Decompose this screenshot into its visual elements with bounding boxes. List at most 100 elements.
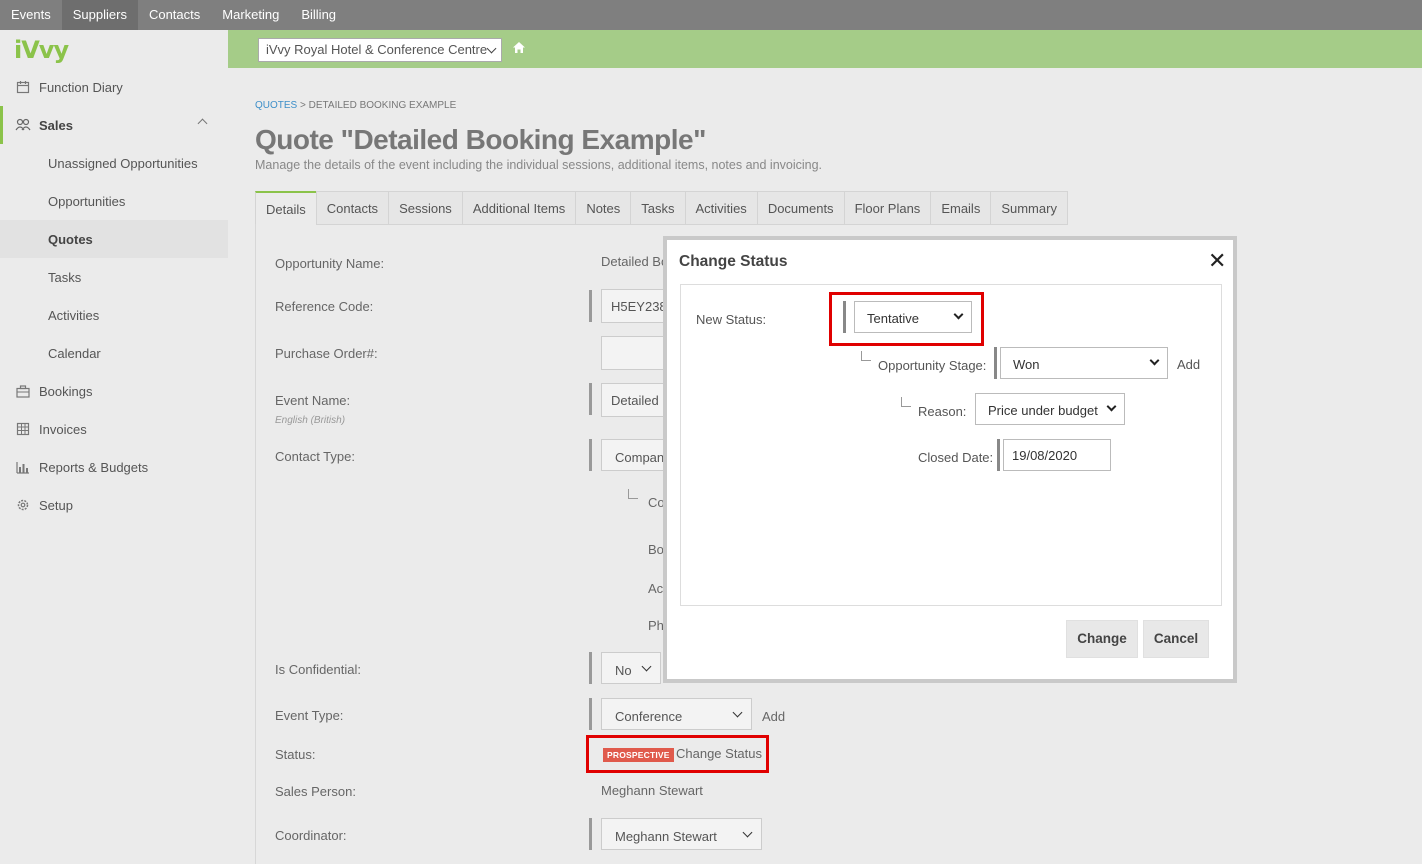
calendar-icon	[15, 79, 31, 95]
sidebar-item-label: Bookings	[39, 383, 93, 399]
event-name-input[interactable]: Detailed B	[601, 383, 671, 417]
sidebar-item-activities[interactable]: Activities	[0, 296, 228, 334]
opportunity-stage-select[interactable]: Won	[1000, 347, 1168, 379]
tab-additional-items[interactable]: Additional Items	[461, 191, 576, 225]
opportunity-name-link[interactable]: Detailed Bo	[601, 254, 668, 269]
is-confidential-label: Is Confidential:	[275, 662, 361, 677]
chevron-down-icon	[742, 827, 753, 838]
is-confidential-select[interactable]: No	[601, 652, 661, 684]
sidebar-item-calendar[interactable]: Calendar	[0, 334, 228, 372]
required-indicator	[589, 698, 592, 730]
required-indicator	[589, 383, 592, 415]
sidebar-item-tasks[interactable]: Tasks	[0, 258, 228, 296]
chevron-down-icon	[641, 661, 652, 672]
chevron-down-icon	[486, 43, 497, 54]
bar-chart-icon	[15, 459, 31, 475]
new-status-label: New Status:	[696, 312, 767, 327]
tab-summary[interactable]: Summary	[990, 191, 1068, 225]
sidebar-item-label: Setup	[39, 497, 73, 513]
sidebar-item-quotes[interactable]: Quotes	[0, 220, 228, 258]
reference-code-input[interactable]: H5EY238X	[601, 289, 671, 323]
chevron-up-icon[interactable]	[197, 118, 208, 129]
coordinator-select[interactable]: Meghann Stewart	[601, 818, 762, 850]
breadcrumb-quotes-link[interactable]: QUOTES	[255, 100, 297, 111]
reference-code-label: Reference Code:	[275, 299, 374, 314]
reason-select[interactable]: Price under budget	[975, 393, 1125, 425]
sidebar-item-unassigned-opportunities[interactable]: Unassigned Opportunities	[0, 144, 228, 182]
breadcrumb: QUOTES > DETAILED BOOKING EXAMPLE	[255, 100, 456, 111]
tab-floor-plans[interactable]: Floor Plans	[843, 191, 931, 225]
chevron-down-icon	[1149, 355, 1160, 366]
sales-person-label: Sales Person:	[275, 784, 356, 799]
tree-connector	[901, 397, 911, 407]
tab-notes[interactable]: Notes	[575, 191, 631, 225]
event-type-value: Conference	[615, 709, 683, 724]
top-nav: Events Suppliers Contacts Marketing Bill…	[0, 0, 1422, 30]
closed-date-input[interactable]: 19/08/2020	[1003, 439, 1111, 471]
sidebar-item-label: Sales	[39, 117, 73, 133]
sidebar-item-opportunities[interactable]: Opportunities	[0, 182, 228, 220]
purchase-order-input[interactable]	[601, 336, 671, 370]
coordinator-value: Meghann Stewart	[615, 829, 717, 844]
required-indicator	[589, 290, 592, 322]
table-icon	[15, 421, 31, 437]
tab-sessions[interactable]: Sessions	[388, 191, 462, 225]
event-name-language: English (British)	[275, 415, 346, 426]
tab-contacts[interactable]: Contacts	[315, 191, 389, 225]
required-indicator	[994, 347, 997, 379]
required-indicator	[589, 652, 592, 684]
event-type-select[interactable]: Conference	[601, 698, 752, 730]
opportunity-stage-label: Opportunity Stage:	[878, 358, 987, 373]
event-type-label: Event Type:	[275, 708, 344, 723]
close-icon[interactable]: ✕	[1208, 250, 1226, 272]
tab-tasks[interactable]: Tasks	[630, 191, 685, 225]
sidebar-item-sales[interactable]: Sales	[0, 106, 228, 144]
contact-type-select[interactable]: Company	[601, 439, 671, 471]
chevron-down-icon	[732, 707, 743, 718]
required-indicator	[589, 439, 592, 471]
topnav-suppliers[interactable]: Suppliers	[61, 0, 138, 30]
topnav-contacts[interactable]: Contacts	[138, 0, 211, 30]
sidebar-item-setup[interactable]: Setup	[0, 486, 228, 524]
sidebar-item-reports-budgets[interactable]: Reports & Budgets	[0, 448, 228, 486]
venue-select[interactable]: iVvy Royal Hotel & Conference Centre	[258, 38, 502, 62]
is-confidential-value: No	[615, 663, 632, 678]
sidebar-item-bookings[interactable]: Bookings	[0, 372, 228, 410]
cancel-button[interactable]: Cancel	[1143, 620, 1209, 658]
briefcase-icon	[15, 383, 31, 399]
sidebar-item-function-diary[interactable]: Function Diary	[0, 68, 228, 106]
sales-person-value: Meghann Stewart	[601, 783, 703, 798]
sidebar-item-label: Function Diary	[39, 79, 123, 95]
topnav-billing[interactable]: Billing	[290, 0, 347, 30]
home-icon[interactable]	[512, 41, 526, 57]
tab-emails[interactable]: Emails	[930, 191, 991, 225]
opportunity-name-label: Opportunity Name:	[275, 256, 385, 271]
tree-connector	[861, 351, 871, 361]
ivvy-logo[interactable]: iVvy	[14, 36, 69, 64]
opportunity-stage-value: Won	[1013, 357, 1040, 372]
status-label: Status:	[275, 747, 316, 762]
add-event-type-link[interactable]: Add	[762, 709, 785, 724]
required-indicator	[589, 818, 592, 850]
page-subtitle: Manage the details of the event includin…	[255, 158, 823, 172]
topnav-marketing[interactable]: Marketing	[211, 0, 290, 30]
gear-icon	[15, 497, 31, 513]
highlight-box	[829, 292, 984, 346]
venue-select-value: iVvy Royal Hotel & Conference Centre	[266, 42, 488, 57]
tab-bar: Details Contacts Sessions Additional Ite…	[255, 191, 1068, 225]
add-stage-link[interactable]: Add	[1177, 357, 1200, 372]
breadcrumb-separator: >	[300, 100, 306, 111]
tab-details[interactable]: Details	[255, 191, 316, 225]
event-name-label: Event Name:	[275, 393, 351, 408]
reason-label: Reason:	[918, 404, 967, 419]
reason-value: Price under budget	[988, 403, 1098, 418]
required-indicator	[997, 439, 1000, 471]
change-button[interactable]: Change	[1066, 620, 1138, 658]
tab-activities[interactable]: Activities	[684, 191, 757, 225]
dialog-body: New Status: Tentative Opportunity Stage:…	[680, 284, 1222, 606]
tab-documents[interactable]: Documents	[756, 191, 844, 225]
sidebar-item-invoices[interactable]: Invoices	[0, 410, 228, 448]
highlight-box	[586, 735, 769, 773]
topnav-events[interactable]: Events	[0, 0, 62, 30]
sidebar-item-label: Invoices	[39, 421, 87, 437]
